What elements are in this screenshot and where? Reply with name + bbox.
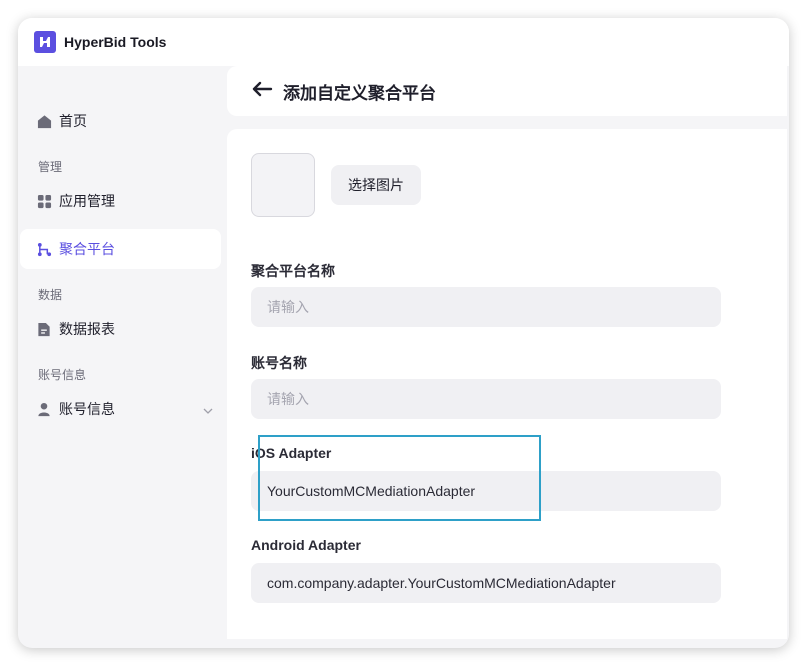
- sidebar-item-reports[interactable]: 数据报表: [20, 309, 221, 349]
- mediation-form: 选择图片 聚合平台名称 账号名称 iOS Adapter Android Ada…: [227, 129, 787, 639]
- android-adapter-input[interactable]: [251, 563, 721, 603]
- sidebar-item-apps[interactable]: 应用管理: [20, 181, 221, 221]
- top-bar: HyperBid Tools: [18, 18, 789, 66]
- platform-name-label: 聚合平台名称: [251, 263, 335, 279]
- sidebar-item-label: 首页: [59, 113, 87, 129]
- sidebar-group-account: 账号信息: [38, 368, 87, 382]
- hyperbid-logo-icon: [34, 31, 56, 53]
- select-image-button[interactable]: 选择图片: [331, 165, 421, 205]
- sidebar-group-data: 数据: [38, 288, 63, 302]
- sidebar-item-label: 数据报表: [59, 321, 115, 337]
- sidebar: 首页 管理 应用管理 聚合平台 数据 数据报表 账号信息 账号信息: [18, 66, 238, 648]
- page-title: 添加自定义聚合平台: [283, 83, 436, 103]
- sidebar-item-label: 聚合平台: [59, 241, 115, 257]
- ios-adapter-label: iOS Adapter: [251, 445, 332, 461]
- android-adapter-label: Android Adapter: [251, 537, 361, 553]
- ios-adapter-input[interactable]: [251, 471, 721, 511]
- home-icon: [36, 113, 52, 129]
- report-icon: [36, 321, 52, 337]
- sidebar-item-label: 应用管理: [59, 193, 115, 209]
- brand-name: HyperBid Tools: [64, 34, 167, 50]
- user-icon: [36, 401, 52, 417]
- sidebar-item-home[interactable]: 首页: [20, 101, 221, 141]
- image-preview[interactable]: [251, 153, 315, 217]
- account-name-label: 账号名称: [251, 355, 307, 371]
- back-arrow-icon[interactable]: [251, 81, 273, 102]
- branch-icon: [36, 241, 52, 257]
- sidebar-item-label: 账号信息: [59, 401, 115, 417]
- page-header: 添加自定义聚合平台: [227, 66, 787, 116]
- sidebar-item-account[interactable]: 账号信息: [20, 389, 221, 429]
- chevron-down-icon[interactable]: [203, 403, 213, 419]
- sidebar-group-manage: 管理: [38, 160, 63, 174]
- sidebar-item-mediation[interactable]: 聚合平台: [20, 229, 221, 269]
- account-name-input[interactable]: [251, 379, 721, 419]
- grid-icon: [36, 193, 52, 209]
- platform-name-input[interactable]: [251, 287, 721, 327]
